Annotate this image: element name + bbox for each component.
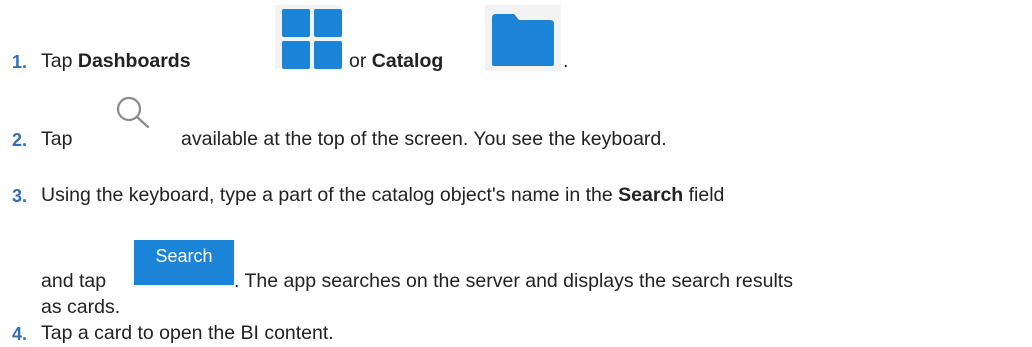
step-text: Tap a card to open the BI content. — [41, 322, 334, 344]
step-text-line-2-prefix: and tap — [41, 270, 107, 292]
step-number: 2. — [12, 130, 28, 150]
search-button: Search — [134, 240, 234, 285]
step-text-line-1: Using the keyboard, type a part of the c… — [41, 184, 724, 207]
step-text: Tap Dashboards — [41, 50, 191, 73]
step-number: 3. — [12, 186, 28, 206]
step-text-period: . — [563, 50, 569, 72]
dashboards-label: Dashboards — [77, 50, 191, 72]
step-text-part: field — [683, 184, 725, 206]
step-text-prefix: Tap — [41, 50, 78, 72]
step-text-or: or Catalog — [349, 50, 443, 73]
step-text-line-3: as cards. — [41, 296, 121, 318]
step-number: 4. — [12, 324, 28, 344]
step-text: available at the top of the screen. You … — [181, 128, 667, 150]
catalog-label: Catalog — [371, 50, 444, 72]
search-magnifier-icon — [116, 96, 150, 129]
step-text-part: Using the keyboard, type a part of the c… — [41, 184, 619, 206]
step-text-prefix: Tap — [41, 128, 73, 150]
dashboards-grid-icon — [282, 9, 342, 69]
or-text: or — [349, 50, 372, 72]
step-number: 1. — [12, 52, 28, 72]
step-text-line-2-suffix: . The app searches on the server and dis… — [234, 270, 793, 292]
search-field-label: Search — [618, 184, 684, 206]
catalog-folder-icon — [492, 14, 554, 66]
